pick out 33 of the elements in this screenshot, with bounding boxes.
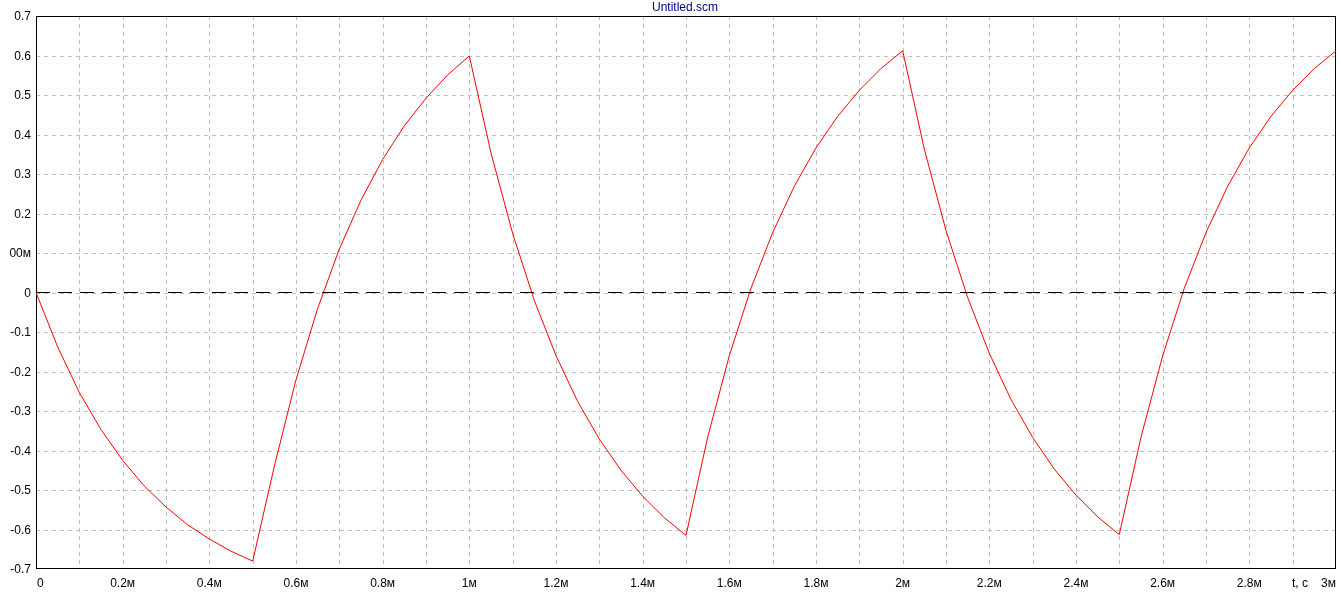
x-tick-label: 2.4м <box>1063 576 1089 590</box>
y-tick-label: -0.2 <box>10 364 31 379</box>
x-tick-label: 2.2м <box>976 576 1002 590</box>
x-tick-label: 1.8м <box>803 576 829 590</box>
x-tick-label: 1м <box>461 576 477 590</box>
y-tick-label: 0.4 <box>14 127 31 142</box>
y-tick-label: 0.3 <box>14 167 31 181</box>
y-tick-label: -0.1 <box>10 325 31 339</box>
y-tick-label: -0.3 <box>10 404 31 418</box>
y-tick-label: -0.4 <box>10 443 31 458</box>
x-tick-label: 3м <box>1321 576 1336 590</box>
chart-title: Untitled.scm <box>652 0 718 14</box>
x-tick-label: 1.4м <box>630 576 656 590</box>
x-tick-label: 0.2м <box>110 576 136 590</box>
y-tick-label: -0.5 <box>10 483 31 497</box>
x-tick-label: 0.4м <box>196 576 222 590</box>
y-tick-label: -0.7 <box>10 562 31 576</box>
x-tick-label: 2м <box>895 576 911 590</box>
y-tick-label: 00м <box>9 246 31 260</box>
y-tick-label: 0.6 <box>14 48 31 63</box>
y-tick-label: -0.6 <box>10 522 31 537</box>
y-tick-label: 0.2 <box>14 206 31 221</box>
y-tick-label: 0.7 <box>14 9 31 23</box>
x-tick-label: 1.2м <box>543 576 569 590</box>
x-tick-label: 0.8м <box>370 576 396 590</box>
x-axis-label: t, c <box>1292 576 1308 590</box>
x-tick-label: 2.8м <box>1236 576 1262 590</box>
x-tick-label: 0.6м <box>283 576 309 590</box>
x-tick-label: 0 <box>37 576 44 590</box>
x-tick-label: 2.6м <box>1150 576 1176 590</box>
y-tick-label: 0 <box>24 285 31 300</box>
x-tick-label: 1.6м <box>716 576 742 590</box>
y-tick-label: 0.5 <box>14 88 31 102</box>
